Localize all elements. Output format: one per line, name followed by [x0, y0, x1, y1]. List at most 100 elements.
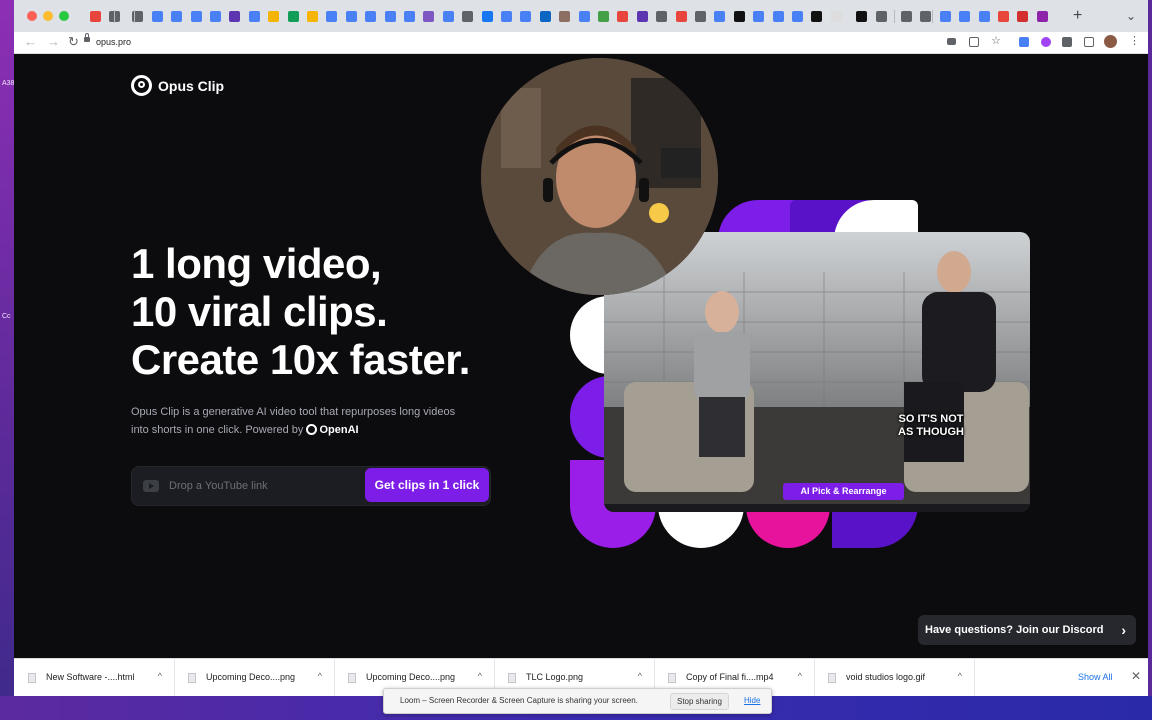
- close-window-button[interactable]: [27, 11, 37, 21]
- pinned-tab-icon[interactable]: [998, 11, 1009, 22]
- desktop-label: Cc: [2, 313, 11, 320]
- pinned-tab-icon[interactable]: [345, 11, 357, 22]
- pinned-tab-icon[interactable]: [520, 11, 532, 22]
- lock-icon[interactable]: [84, 33, 90, 42]
- get-clips-button[interactable]: Get clips in 1 click: [365, 468, 489, 502]
- pinned-tab-icon[interactable]: [90, 11, 101, 22]
- desktop-background-right: [1148, 0, 1152, 720]
- youtube-link-input[interactable]: [169, 478, 359, 494]
- pinned-tab-icon[interactable]: [229, 11, 241, 22]
- pinned-tab-icon[interactable]: [404, 11, 415, 22]
- pinned-tab-icon[interactable]: [501, 11, 512, 22]
- discord-label: Have questions? Join our Discord: [925, 624, 1104, 636]
- pinned-tab-icon[interactable]: [939, 11, 951, 22]
- pinned-tab-icon[interactable]: [636, 11, 648, 22]
- pinned-tab-icon[interactable]: [920, 11, 932, 22]
- chevron-up-icon[interactable]: ^: [638, 671, 642, 681]
- headline-line: Create 10x faster.: [131, 336, 470, 383]
- address-bar[interactable]: opus.pro: [96, 35, 131, 49]
- hide-sharing-bar-button[interactable]: Hide: [744, 696, 760, 705]
- pinned-tab-icon[interactable]: [811, 11, 823, 22]
- new-tab-button[interactable]: +: [1073, 7, 1082, 25]
- pinned-tab-icon[interactable]: [248, 11, 260, 22]
- zoom-window-button[interactable]: [59, 11, 69, 21]
- pinned-tab-icon[interactable]: [287, 11, 299, 22]
- pinned-tab-icon[interactable]: [481, 11, 493, 22]
- pinned-tab-icon[interactable]: [1036, 11, 1048, 22]
- pinned-tab-icon[interactable]: [190, 11, 202, 22]
- tab-separator: [134, 10, 135, 23]
- bookmark-star-icon[interactable]: ☆: [991, 34, 1001, 47]
- pinned-tab-icon[interactable]: [559, 11, 571, 22]
- pinned-tab-icon[interactable]: [578, 11, 590, 22]
- extensions-puzzle-icon[interactable]: [1062, 37, 1072, 47]
- pinned-tab-icon[interactable]: [830, 11, 842, 22]
- download-filename: Upcoming Deco....png: [366, 672, 456, 682]
- download-filename: TLC Logo.png: [526, 672, 584, 682]
- discord-button[interactable]: Have questions? Join our Discord ›: [918, 615, 1136, 645]
- pinned-tab-icon[interactable]: [856, 11, 868, 22]
- browser-menu-icon[interactable]: ⋮: [1129, 34, 1140, 47]
- site-logo[interactable]: Opus Clip: [131, 75, 224, 96]
- pinned-tab-icon[interactable]: [978, 11, 990, 22]
- chevron-up-icon[interactable]: ^: [158, 671, 162, 681]
- pinned-tab-icon[interactable]: [959, 11, 971, 22]
- pinned-tab-icon[interactable]: [384, 11, 396, 22]
- pinned-tab-icon[interactable]: [1017, 11, 1029, 22]
- pinned-tab-icon[interactable]: [792, 11, 803, 22]
- description-text: Opus Clip is a generative AI video tool …: [131, 406, 456, 436]
- download-filename: Copy of Final fi....mp4: [686, 672, 774, 682]
- back-button[interactable]: ←: [24, 34, 37, 50]
- pinned-tab-icon[interactable]: [365, 11, 377, 22]
- file-icon: [508, 673, 516, 683]
- chevron-up-icon[interactable]: ^: [318, 671, 322, 681]
- extension-icon[interactable]: [1019, 37, 1029, 47]
- pinned-tab-icon[interactable]: [875, 11, 887, 22]
- chevron-up-icon[interactable]: ^: [958, 671, 962, 681]
- pinned-tab-icon[interactable]: [210, 11, 221, 22]
- headline-line: 1 long video,: [131, 240, 382, 287]
- pinned-tab-icon[interactable]: [423, 11, 435, 22]
- pinned-tab-icon[interactable]: [753, 11, 765, 22]
- forward-button[interactable]: →: [47, 34, 60, 50]
- pinned-tab-icon[interactable]: [462, 11, 474, 22]
- chevron-up-icon[interactable]: ^: [478, 671, 482, 681]
- pinned-tab-icon[interactable]: [617, 11, 629, 22]
- brand-name: Opus Clip: [158, 77, 225, 94]
- pinned-tab-icon[interactable]: [539, 11, 551, 22]
- chevron-up-icon[interactable]: ^: [798, 671, 802, 681]
- camera-icon[interactable]: [947, 38, 956, 45]
- extension-icon[interactable]: [1041, 37, 1051, 47]
- close-downloads-button[interactable]: ✕: [1131, 669, 1141, 683]
- pinned-tab-icon[interactable]: [326, 11, 338, 22]
- openai-link[interactable]: OpenAI: [306, 424, 359, 436]
- pinned-tab-icon[interactable]: [171, 11, 183, 22]
- show-all-downloads-button[interactable]: Show All: [1078, 672, 1113, 682]
- pinned-tab-icon[interactable]: [733, 11, 745, 22]
- profile-avatar[interactable]: [1104, 35, 1117, 48]
- pinned-tab-icon[interactable]: [901, 11, 912, 22]
- pinned-tab-icon[interactable]: [656, 11, 668, 22]
- webcam-bubble[interactable]: [481, 58, 718, 295]
- pinned-tab-icon[interactable]: [695, 11, 706, 22]
- download-item[interactable]: void studios logo.gif ^: [814, 659, 975, 696]
- demo-video[interactable]: [604, 232, 1030, 512]
- pinned-tab-icon[interactable]: [268, 11, 280, 22]
- pinned-tab-icon[interactable]: [772, 11, 784, 22]
- pinned-tab-icon[interactable]: [151, 11, 163, 22]
- reload-button[interactable]: ↻: [68, 34, 79, 50]
- minimize-window-button[interactable]: [43, 11, 53, 21]
- pinned-tab-icon[interactable]: [442, 11, 454, 22]
- download-item[interactable]: Upcoming Deco....png ^: [174, 659, 335, 696]
- tab-strip: + ⌄: [14, 0, 1148, 32]
- pinned-tab-icon[interactable]: [714, 11, 726, 22]
- tab-search-button[interactable]: ⌄: [1126, 9, 1136, 23]
- share-icon[interactable]: [969, 37, 979, 47]
- download-item[interactable]: New Software -....html ^: [14, 659, 175, 696]
- pinned-tab-icon[interactable]: [598, 11, 609, 22]
- pinned-tab-icon[interactable]: [307, 11, 318, 22]
- pinned-tab-icon[interactable]: [675, 11, 687, 22]
- openai-label: OpenAI: [319, 424, 359, 436]
- stop-sharing-button[interactable]: Stop sharing: [670, 693, 729, 710]
- side-panel-icon[interactable]: [1084, 37, 1094, 47]
